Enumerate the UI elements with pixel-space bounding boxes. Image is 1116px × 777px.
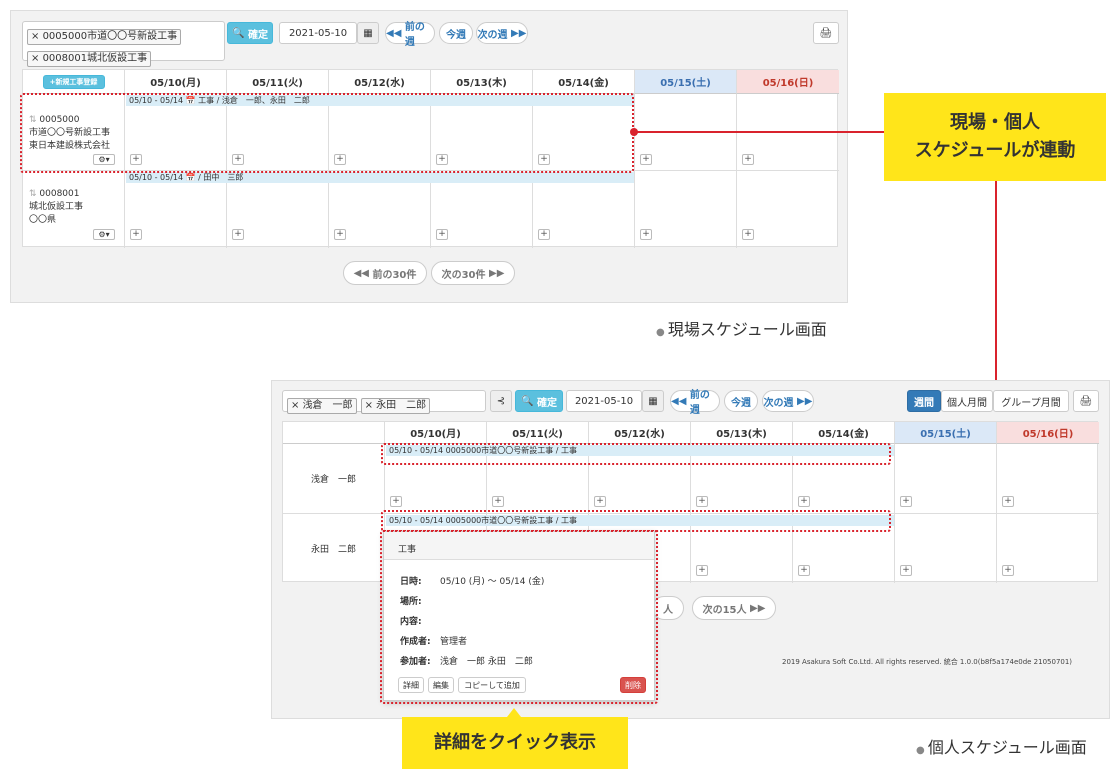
add-icon[interactable]: + — [640, 229, 652, 240]
add-icon[interactable]: + — [900, 565, 912, 576]
day-header: 05/14(金) — [533, 70, 635, 94]
add-icon[interactable]: + — [334, 229, 346, 240]
callout-pointer — [507, 708, 521, 717]
gear-icon[interactable]: ⚙▾ — [93, 229, 115, 240]
add-icon[interactable]: + — [900, 496, 912, 507]
add-icon[interactable]: + — [696, 565, 708, 576]
view-personal-month-button[interactable]: 個人月間 — [941, 390, 993, 412]
highlight-site-row — [20, 93, 634, 173]
view-group-month-button[interactable]: グループ月間 — [993, 390, 1069, 412]
add-icon[interactable]: + — [390, 496, 402, 507]
this-week-button[interactable]: 今週 — [724, 390, 758, 412]
add-icon[interactable]: + — [1002, 565, 1014, 576]
new-project-cell: + 新規工事登録 — [23, 70, 125, 94]
footer-text: 2019 Asakura Soft Co.Ltd. All rights res… — [782, 658, 1073, 666]
next-week-button[interactable]: 次の週 ▶▶ — [762, 390, 814, 412]
view-week-button[interactable]: 週間 — [907, 390, 941, 412]
next-page-button[interactable]: 次の15人 ▶▶ — [692, 596, 776, 620]
sync-callout: 現場・個人 スケジュールが連動 — [884, 93, 1106, 181]
day-header: 05/13(木) — [691, 422, 793, 444]
day-header: 05/12(水) — [329, 70, 431, 94]
day-header: 05/10(月) — [385, 422, 487, 444]
day-header: 05/11(火) — [227, 70, 329, 94]
day-header: 05/11(火) — [487, 422, 589, 444]
member-name-cell: 永田 二郎 — [283, 514, 385, 583]
member-tag[interactable]: × 永田 二郎 — [360, 398, 431, 414]
day-header: 05/13(木) — [431, 70, 533, 94]
prev-page-button[interactable]: ◀◀ 前の30件 — [343, 261, 427, 285]
highlight-event-row — [381, 510, 891, 532]
this-week-button[interactable]: 今週 — [439, 22, 473, 44]
confirm-button[interactable]: 🔍 確定 — [515, 390, 563, 412]
add-icon[interactable]: + — [594, 496, 606, 507]
project-info: ⇅ 0008001 城北仮設工事 〇〇県 — [29, 189, 84, 225]
next-week-button[interactable]: 次の週 ▶▶ — [476, 22, 528, 44]
calendar-icon[interactable]: ▦ — [357, 22, 379, 44]
add-icon[interactable]: + — [538, 229, 550, 240]
day-header: 05/15(土) — [635, 70, 737, 94]
member-tag-input[interactable]: × 浅倉 一郎 × 永田 二郎 — [282, 390, 486, 414]
connector-dot — [630, 128, 638, 136]
day-header: 05/16(日) — [737, 70, 839, 94]
add-icon[interactable]: + — [232, 229, 244, 240]
day-header: 05/16(日) — [997, 422, 1099, 444]
site-tag[interactable]: × 0008001城北仮設工事 — [27, 51, 152, 67]
add-icon[interactable]: + — [798, 565, 810, 576]
print-icon[interactable]: 🖨 — [1073, 390, 1099, 412]
site-tag[interactable]: × 0005000市道〇〇号新設工事 — [27, 29, 182, 45]
quick-view-callout: 詳細をクイック表示 — [402, 717, 628, 769]
member-tag[interactable]: × 浅倉 一郎 — [287, 398, 357, 414]
confirm-button[interactable]: 🔍 確定 — [227, 22, 273, 44]
site-tag-input[interactable]: × 0005000市道〇〇号新設工事 × 0008001城北仮設工事 — [22, 21, 225, 67]
add-icon[interactable]: + — [742, 154, 754, 165]
highlight-popup — [380, 530, 658, 704]
add-icon[interactable]: + — [436, 229, 448, 240]
add-icon[interactable]: + — [492, 496, 504, 507]
day-header: 05/14(金) — [793, 422, 895, 444]
event-bar[interactable]: 05/10 - 05/14 📅 / 田中 三郎 — [126, 172, 634, 183]
day-header: 05/12(水) — [589, 422, 691, 444]
print-icon[interactable]: 🖨 — [813, 22, 839, 44]
add-icon[interactable]: + — [798, 496, 810, 507]
date-input[interactable]: 2021-05-10 — [566, 390, 642, 412]
calendar-icon[interactable]: ▦ — [642, 390, 664, 412]
add-icon[interactable]: + — [130, 229, 142, 240]
site-schedule-caption: 現場スケジュール画面 — [656, 316, 827, 340]
member-name-cell: 浅倉 一郎 — [283, 444, 385, 514]
highlight-event-row — [381, 443, 891, 465]
prev-week-button[interactable]: ◀◀ 前の週 — [385, 22, 435, 48]
day-header: 05/10(月) — [125, 70, 227, 94]
add-icon[interactable]: + — [742, 229, 754, 240]
tree-icon[interactable]: ⊰ — [490, 390, 512, 412]
add-icon[interactable]: + — [696, 496, 708, 507]
next-page-button[interactable]: 次の30件 ▶▶ — [431, 261, 515, 285]
connector-line — [634, 131, 884, 133]
day-header: 05/15(土) — [895, 422, 997, 444]
new-project-button[interactable]: + 新規工事登録 — [42, 74, 105, 89]
add-icon[interactable]: + — [1002, 496, 1014, 507]
prev-week-button[interactable]: ◀◀ 前の週 — [670, 390, 720, 416]
corner-cell — [283, 422, 385, 444]
personal-schedule-caption: 個人スケジュール画面 — [916, 734, 1087, 758]
add-icon[interactable]: + — [640, 154, 652, 165]
date-input[interactable]: 2021-05-10 — [279, 22, 357, 44]
